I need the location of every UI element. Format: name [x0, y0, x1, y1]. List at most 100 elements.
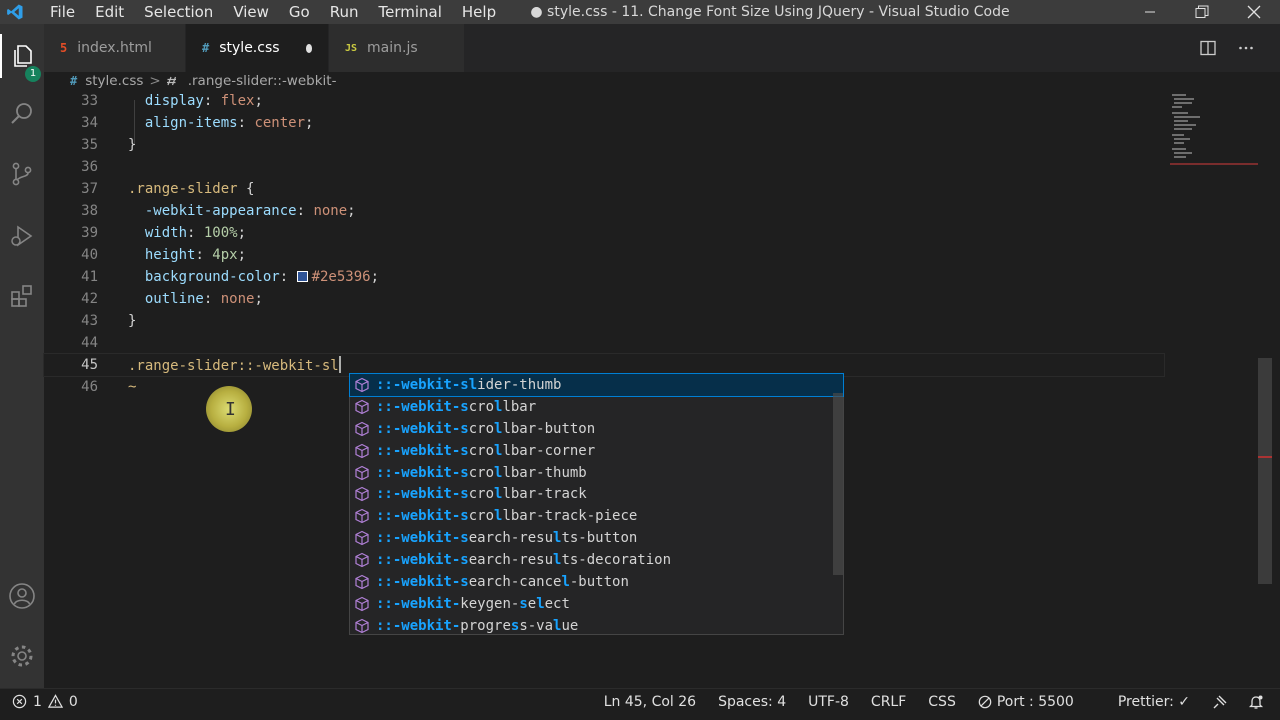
cursor-position[interactable]: Ln 45, Col 26 — [604, 694, 696, 710]
indentation[interactable]: Spaces: 4 — [718, 694, 786, 710]
suggestion-label: ::-webkit-scrollbar-button — [376, 420, 596, 437]
menu-file[interactable]: File — [40, 0, 85, 24]
extensions-button[interactable] — [0, 274, 44, 318]
menu-help[interactable]: Help — [452, 0, 506, 24]
run-debug-button[interactable] — [0, 214, 44, 258]
more-actions-icon[interactable] — [1238, 40, 1254, 56]
run-debug-icon — [11, 225, 33, 247]
search-button[interactable] — [0, 92, 44, 136]
code-line-43: 43 } — [44, 310, 1164, 332]
css-colon: : — [195, 247, 213, 263]
tab-label: index.html — [77, 40, 152, 56]
end-of-line[interactable]: CRLF — [871, 694, 906, 710]
suggestion-item[interactable]: ::-webkit-keygen-select — [350, 593, 843, 615]
suggestion-label: ::-webkit-progress-value — [376, 617, 579, 634]
code-line-37: 37 .range-slider { — [44, 178, 1164, 200]
tab-label: style.css — [219, 40, 280, 56]
live-server-port[interactable]: Port : 5500 — [978, 694, 1096, 710]
minimize-button[interactable] — [1124, 0, 1176, 24]
problems-status[interactable]: 1 0 — [0, 694, 78, 710]
menu-go[interactable]: Go — [279, 0, 320, 24]
menu-selection[interactable]: Selection — [134, 0, 223, 24]
breadcrumb-symbol[interactable]: .range-slider::-webkit- — [188, 73, 337, 89]
code-line-35: 35 } — [44, 134, 1164, 156]
code-text: outline: none; — [128, 291, 263, 307]
line-number: 41 — [81, 269, 98, 285]
activity-bar: 1 — [0, 24, 44, 688]
language-mode[interactable]: CSS — [928, 694, 956, 710]
minimap-error-marker — [1170, 163, 1258, 165]
vscode-logo-icon — [2, 0, 28, 24]
ibeam-cursor-icon: I — [225, 399, 236, 420]
editor-tabs: 5 index.html # style.css JS main.js — [44, 24, 1280, 72]
minimap[interactable] — [1170, 92, 1260, 172]
menu-view[interactable]: View — [223, 0, 279, 24]
property-cube-icon — [355, 443, 369, 458]
source-control-button[interactable] — [0, 152, 44, 196]
suggestion-item[interactable]: ::-webkit-search-results-decoration — [350, 549, 843, 571]
css-value: center — [254, 115, 306, 131]
css-property: width — [144, 225, 188, 241]
css-property: outline — [144, 291, 204, 307]
code-text: display: flex; — [128, 93, 263, 109]
suggest-scrollbar[interactable] — [833, 393, 843, 575]
suggestion-label: ::-webkit-scrollbar-corner — [376, 442, 596, 459]
css-colon: : — [279, 269, 297, 285]
feedback-icon[interactable] — [1212, 694, 1228, 710]
restore-button[interactable] — [1176, 0, 1228, 24]
close-window-button[interactable] — [1228, 0, 1280, 24]
tab-index-html[interactable]: 5 index.html — [44, 24, 186, 72]
menu-run[interactable]: Run — [320, 0, 369, 24]
explorer-button[interactable]: 1 — [0, 34, 44, 82]
suggestion-item[interactable]: ::-webkit-scrollbar-thumb — [350, 462, 843, 484]
unsaved-dot-icon[interactable] — [305, 43, 312, 53]
css-property: align-items — [144, 115, 238, 131]
css-value: none — [220, 291, 255, 307]
accounts-button[interactable] — [0, 574, 44, 618]
suggestion-item[interactable]: ::-webkit-slider-thumb — [349, 373, 844, 397]
suggestion-item[interactable]: ::-webkit-progress-value — [350, 615, 843, 637]
suggestion-item[interactable]: ::-webkit-scrollbar-track-piece — [350, 505, 843, 527]
line-number: 43 — [81, 313, 98, 329]
breadcrumb-file[interactable]: style.css — [85, 73, 143, 89]
manage-button[interactable] — [0, 634, 44, 678]
close-icon — [1247, 5, 1261, 19]
line-number: 36 — [81, 159, 98, 175]
css-selector: .range-slider — [128, 181, 238, 197]
property-cube-icon — [355, 377, 369, 393]
code-text: .range-slider { — [128, 181, 254, 197]
split-editor-icon[interactable] — [1200, 40, 1216, 56]
error-count: 1 — [33, 693, 42, 710]
gear-icon — [11, 645, 33, 667]
suggestion-item[interactable]: ::-webkit-scrollbar — [350, 396, 843, 418]
tab-style-css[interactable]: # style.css — [186, 24, 329, 72]
code-text: height: 4px; — [128, 247, 246, 263]
suggestion-item[interactable]: ::-webkit-scrollbar-track — [350, 483, 843, 505]
suggestion-label: ::-webkit-scrollbar-track — [376, 486, 587, 503]
css-semicolon: ; — [254, 93, 263, 109]
css-property: -webkit-appearance — [144, 203, 297, 219]
property-cube-icon — [355, 399, 369, 414]
css-property: display — [144, 93, 204, 109]
editor-actions — [1200, 24, 1280, 72]
text-cursor — [338, 356, 341, 373]
encoding[interactable]: UTF-8 — [808, 694, 849, 710]
account-icon — [9, 583, 35, 609]
notifications-bell-icon[interactable] — [1248, 694, 1264, 710]
menu-edit[interactable]: Edit — [85, 0, 134, 24]
tab-main-js[interactable]: JS main.js — [329, 24, 465, 72]
color-swatch-icon[interactable] — [296, 271, 308, 282]
suggestion-item[interactable]: ::-webkit-search-results-button — [350, 527, 843, 549]
property-cube-icon — [355, 574, 369, 590]
menu-terminal[interactable]: Terminal — [369, 0, 452, 24]
suggestion-item[interactable]: ::-webkit-search-cancel-button — [350, 571, 843, 593]
opening-brace: { — [237, 181, 255, 197]
line-number: 33 — [81, 93, 98, 109]
tab-label: main.js — [367, 40, 418, 56]
prettier-status[interactable]: Prettier: ✓ — [1118, 694, 1190, 710]
suggestion-item[interactable]: ::-webkit-scrollbar-corner — [350, 440, 843, 462]
suggestion-item[interactable]: ::-webkit-scrollbar-button — [350, 418, 843, 440]
line-number: 35 — [81, 137, 98, 153]
line-number: 37 — [81, 181, 98, 197]
editor-scrollbar[interactable] — [1258, 358, 1272, 584]
